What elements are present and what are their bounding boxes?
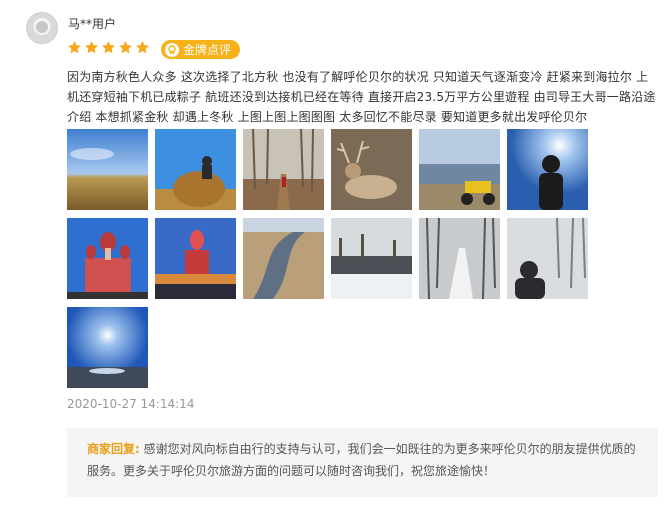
review-photo[interactable] [243, 218, 324, 299]
review-photo[interactable] [419, 218, 500, 299]
review-photo[interactable] [155, 218, 236, 299]
sun-lake-photo [67, 307, 148, 388]
review-photo[interactable] [67, 307, 148, 388]
avatar[interactable] [26, 12, 58, 44]
star-icon [119, 40, 132, 54]
review-photo[interactable] [507, 218, 588, 299]
badge-label: 金牌点评 [183, 43, 232, 57]
review-photo[interactable] [507, 129, 588, 210]
reply-text: 感谢您对风向标自由行的支持与认可，我们会一如既往的为更多来呼伦贝尔的朋友提供优质… [87, 442, 636, 478]
snowy-path-photo [419, 218, 500, 299]
gold-review-badge: 金牌点评 [161, 40, 241, 59]
sunset-person-photo [507, 129, 588, 210]
lake-motorcycle-photo [419, 129, 500, 210]
star-icon [68, 40, 81, 54]
star-icon [85, 40, 98, 54]
review-photo[interactable] [67, 218, 148, 299]
star-icon [136, 40, 149, 54]
username[interactable]: 马**用户 [68, 15, 116, 32]
merchant-reply: 商家回复: 感谢您对风向标自由行的支持与认可，我们会一如既往的为更多来呼伦贝尔的… [67, 428, 658, 497]
forest-boardwalk-photo [243, 129, 324, 210]
star-icon [102, 40, 115, 54]
rating-stars [67, 40, 150, 55]
snow-forest-person-photo [507, 218, 588, 299]
review-photo[interactable] [155, 129, 236, 210]
review-photo[interactable] [67, 129, 148, 210]
review-photo[interactable] [243, 129, 324, 210]
review-text: 因为南方秋色人众多 这次选择了北方秋 也没有了解呼伦贝尔的状况 只知道天气逐渐变… [67, 70, 656, 124]
church-photo [67, 218, 148, 299]
reindeer-photo [331, 129, 412, 210]
review-photo[interactable] [419, 129, 500, 210]
review-photo[interactable] [331, 129, 412, 210]
review-timestamp: 2020-10-27 14:14:14 [67, 397, 195, 411]
church-dusk-photo [155, 218, 236, 299]
grassland-photo [67, 129, 148, 210]
haystack-photo [155, 129, 236, 210]
river-valley-photo [243, 218, 324, 299]
reply-label: 商家回复: [87, 442, 140, 456]
review-photo[interactable] [331, 218, 412, 299]
gold-medal-icon [165, 42, 179, 57]
snowy-river-photo [331, 218, 412, 299]
